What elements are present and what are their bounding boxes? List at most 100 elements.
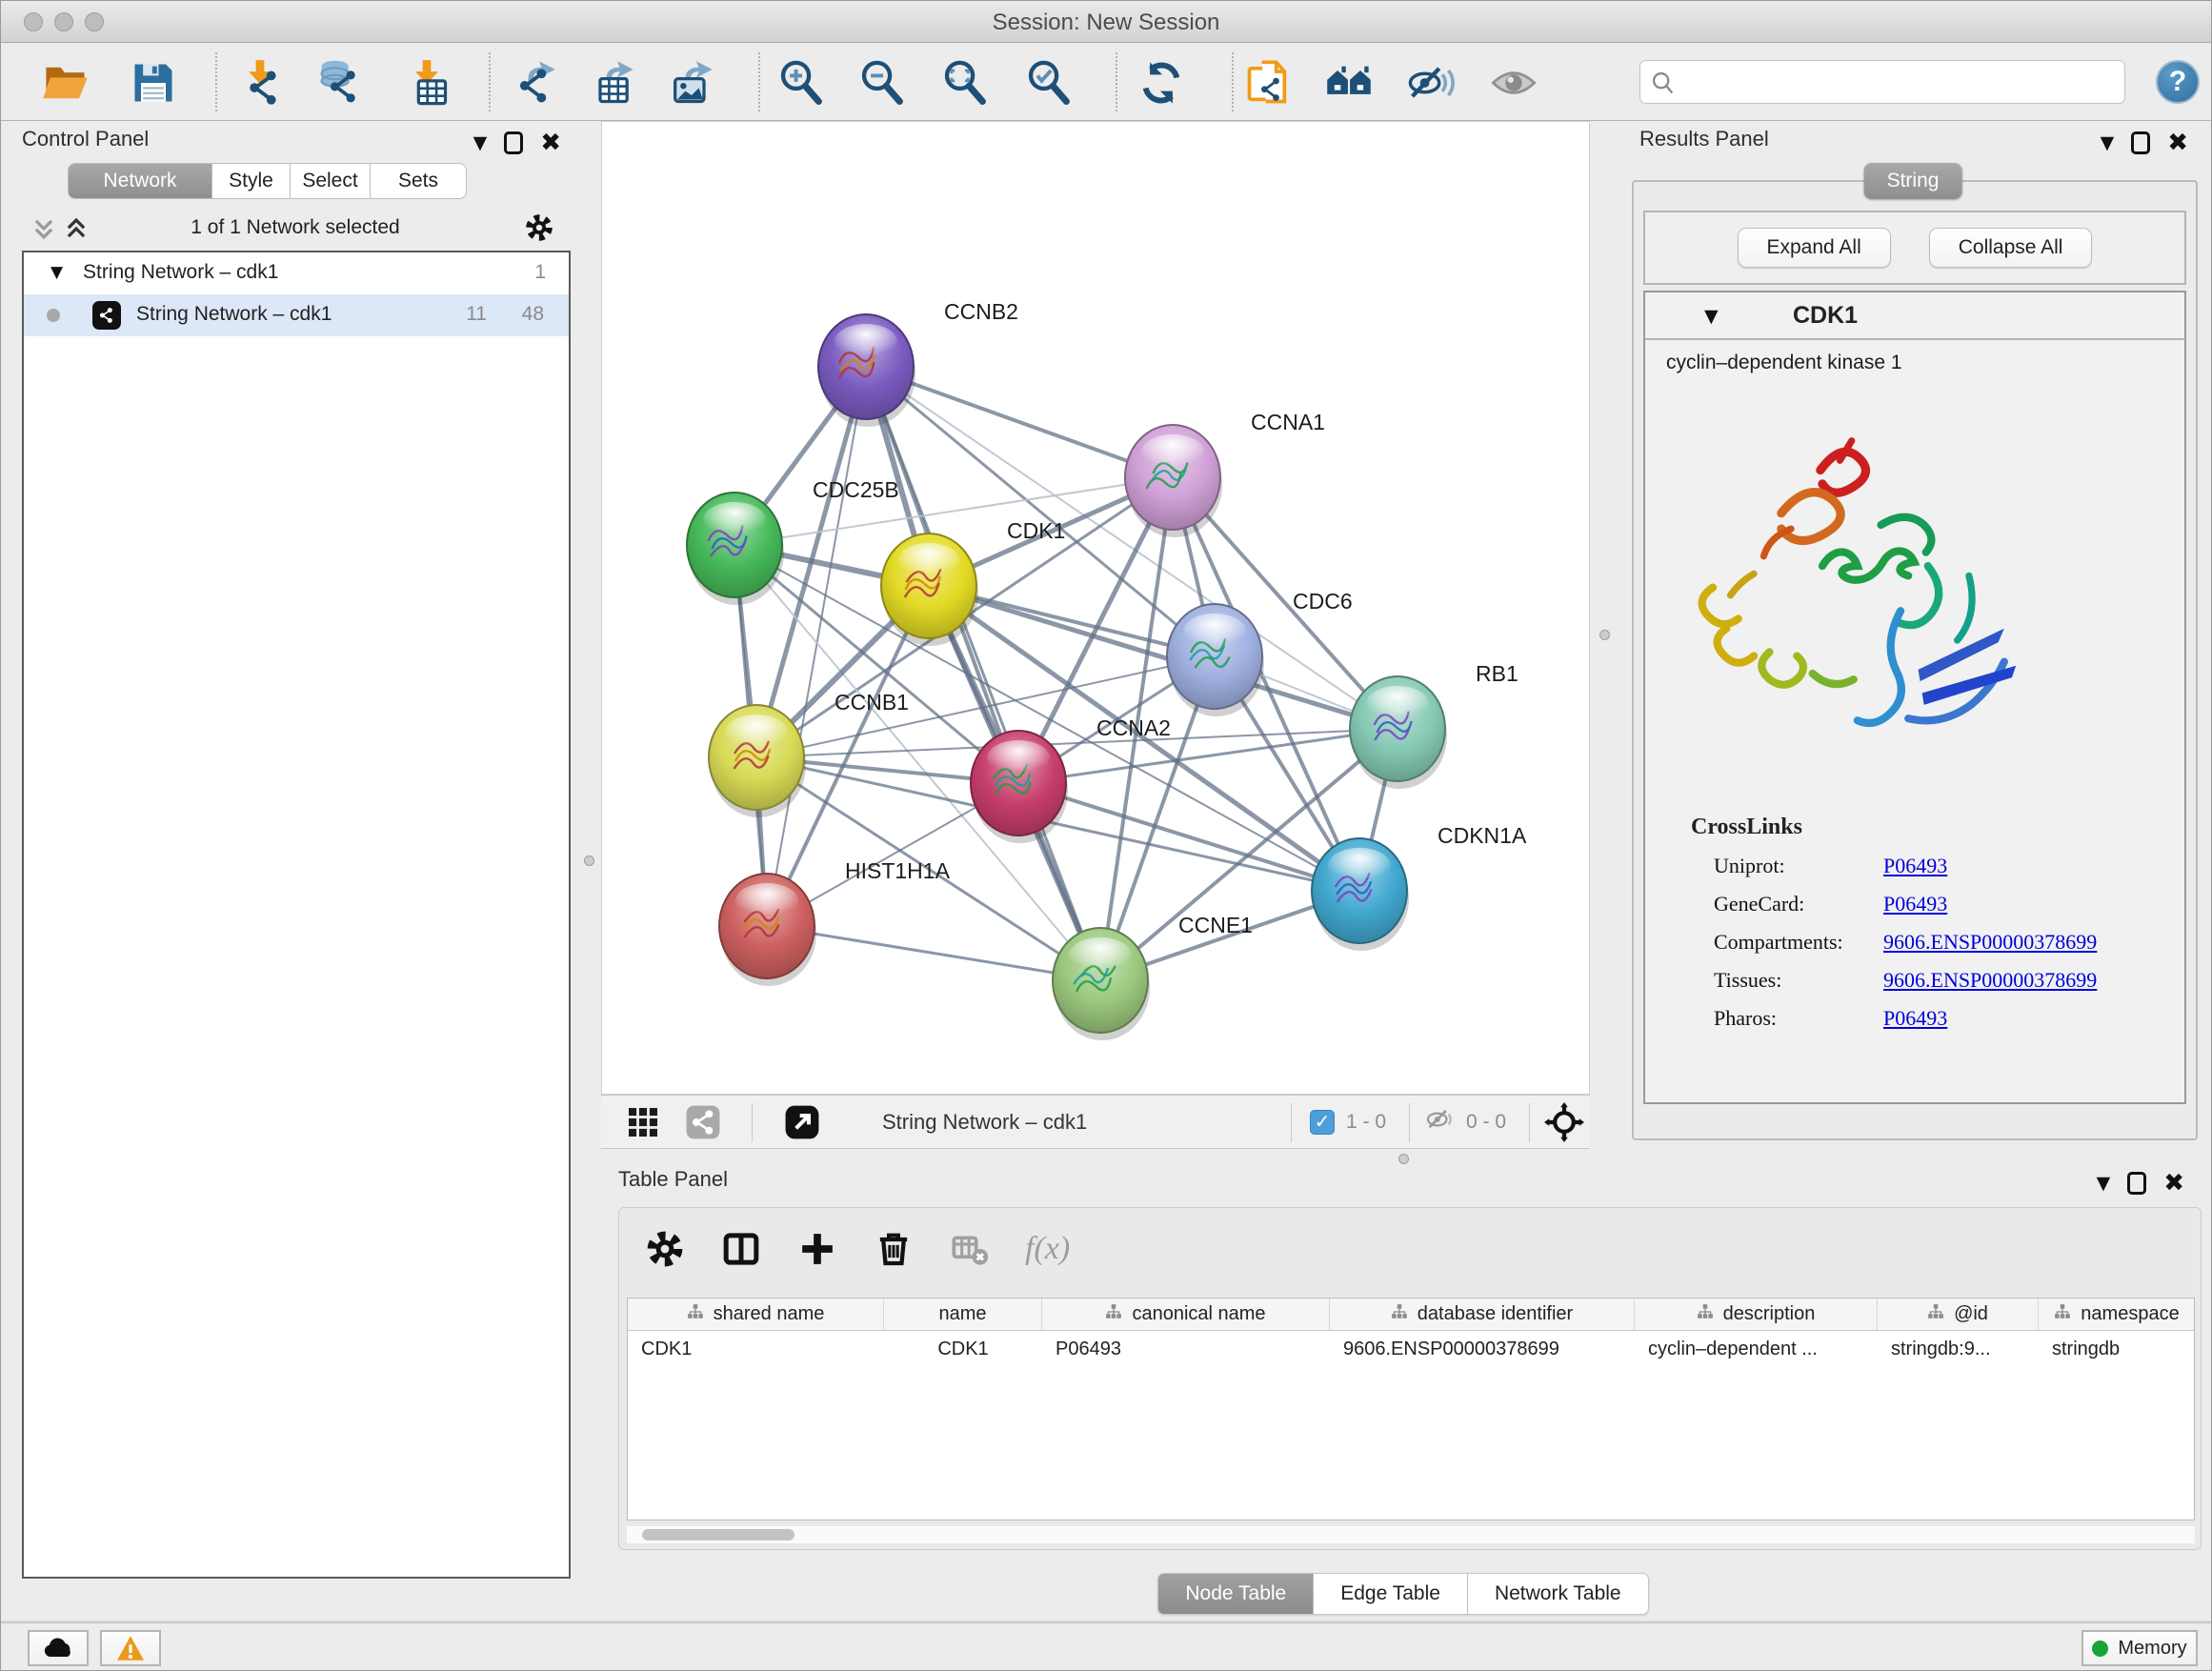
network-options-gear-icon[interactable] (525, 213, 553, 247)
show-all-button[interactable] (1487, 56, 1540, 110)
scrollbar-thumb[interactable] (642, 1529, 794, 1540)
hidden-eye-slash-icon[interactable] (1422, 1102, 1457, 1141)
splitter-handle[interactable] (584, 856, 594, 866)
collapse-all-button[interactable]: Collapse All (1929, 228, 2093, 268)
selected-checkbox-icon[interactable]: ✓ (1310, 1110, 1335, 1135)
table-cell[interactable]: 9606.ENSP00000378699 (1330, 1331, 1635, 1369)
edge-CCNB2-CCNE1[interactable] (866, 367, 1100, 980)
column-header-shared-name[interactable]: shared name (628, 1299, 884, 1330)
show-columns-icon[interactable] (720, 1228, 762, 1270)
fit-content-crosshair-icon[interactable] (1544, 1096, 1584, 1148)
tab-network-table[interactable]: Network Table (1468, 1573, 1649, 1615)
panel-close-icon[interactable]: ✖ (540, 129, 561, 157)
crosslink-link[interactable]: P06493 (1883, 892, 1947, 916)
expand-all-button[interactable]: Expand All (1738, 228, 1891, 268)
tab-network[interactable]: Network (68, 163, 212, 199)
zoom-selected-button[interactable] (1022, 56, 1076, 110)
tab-sets[interactable]: Sets (371, 163, 467, 199)
add-column-plus-icon[interactable] (796, 1228, 838, 1270)
warnings-button[interactable] (100, 1630, 161, 1666)
collapse-entry-icon[interactable]: ▼ (1704, 306, 1719, 327)
node-CDC6[interactable]: CDC6 (1167, 589, 1353, 716)
view-share-button[interactable] (685, 1096, 721, 1148)
zoom-out-button[interactable] (855, 56, 909, 110)
column-header-name[interactable]: name (884, 1299, 1042, 1330)
panel-menu-icon[interactable]: ▼ (2101, 132, 2115, 153)
import-network-database-button[interactable] (312, 56, 366, 110)
cloud-button[interactable] (28, 1630, 89, 1666)
tab-node-table[interactable]: Node Table (1157, 1573, 1314, 1615)
edge-CCNB2-HIST1H1A[interactable] (767, 367, 866, 926)
table-cell[interactable]: stringdb (2039, 1331, 2195, 1369)
panel-float-icon[interactable] (504, 131, 523, 154)
delete-column-trash-icon[interactable] (873, 1228, 915, 1270)
export-table-button[interactable] (586, 56, 639, 110)
node-HIST1H1A[interactable]: HIST1H1A (719, 858, 951, 986)
edge-CCNA1-CDC25B[interactable] (734, 477, 1173, 545)
import-network-file-button[interactable] (233, 56, 287, 110)
node-RB1[interactable]: RB1 (1350, 661, 1518, 789)
tab-style[interactable]: Style (212, 163, 291, 199)
node-CDKN1A[interactable]: CDKN1A (1312, 823, 1527, 951)
view-grid-button[interactable] (626, 1096, 660, 1148)
save-session-button[interactable] (127, 56, 180, 110)
crosslink-link[interactable]: 9606.ENSP00000378699 (1883, 968, 2097, 993)
column-header-canonical-name[interactable]: canonical name (1042, 1299, 1330, 1330)
table-row[interactable]: CDK1CDK1P064939606.ENSP00000378699cyclin… (628, 1331, 2194, 1369)
panel-close-icon[interactable]: ✖ (2167, 129, 2188, 157)
edge-CCNA2-CDKN1A[interactable] (1018, 783, 1359, 891)
column-header-description[interactable]: description (1635, 1299, 1878, 1330)
open-session-button[interactable] (39, 56, 92, 110)
clone-network-button[interactable] (1241, 56, 1295, 110)
panel-close-icon[interactable]: ✖ (2163, 1169, 2184, 1198)
table-cell[interactable]: CDK1 (628, 1331, 884, 1369)
search-input[interactable] (1682, 61, 2101, 103)
collapse-icon[interactable]: ▼ (50, 263, 63, 282)
import-table-button[interactable] (400, 56, 453, 110)
memory-button[interactable]: Memory (2081, 1630, 2198, 1666)
crosslink-link[interactable]: 9606.ENSP00000378699 (1883, 930, 2097, 955)
export-network-button[interactable] (508, 56, 561, 110)
panel-menu-icon[interactable]: ▼ (473, 132, 488, 153)
edge-HIST1H1A-CCNE1[interactable] (767, 926, 1100, 980)
table-horizontal-scrollbar[interactable] (627, 1526, 2195, 1543)
node-CCNA1[interactable]: CCNA1 (1125, 410, 1325, 537)
node-table[interactable]: shared namenamecanonical namedatabase id… (627, 1298, 2195, 1520)
help-button[interactable]: ? (2156, 60, 2200, 104)
zoom-in-button[interactable] (774, 56, 828, 110)
node-CCNB2[interactable]: CCNB2 (818, 299, 1018, 427)
table-cell[interactable]: P06493 (1042, 1331, 1330, 1369)
panel-menu-icon[interactable]: ▼ (2097, 1173, 2111, 1194)
panel-float-icon[interactable] (2127, 1172, 2146, 1195)
first-neighbors-button[interactable] (1322, 56, 1376, 110)
refresh-button[interactable] (1135, 56, 1188, 110)
column-header-database-identifier[interactable]: database identifier (1330, 1299, 1635, 1330)
network-row[interactable]: String Network – cdk1 11 48 (24, 294, 569, 336)
network-graph[interactable]: CCNB2 CCNA1 CDC25B CDK1 CDC6 RB1 CCNB1 (602, 122, 1589, 1094)
zoom-fit-button[interactable] (938, 56, 992, 110)
node-CDK1[interactable]: CDK1 (881, 518, 1065, 646)
table-cell[interactable]: CDK1 (884, 1331, 1042, 1369)
panel-float-icon[interactable] (2131, 131, 2150, 154)
network-canvas[interactable]: CCNB2 CCNA1 CDC25B CDK1 CDC6 RB1 CCNB1 (601, 121, 1590, 1095)
node-CDC25B[interactable]: CDC25B (687, 477, 899, 605)
tab-select[interactable]: Select (291, 163, 371, 199)
network-collection-row[interactable]: ▼ String Network – cdk1 1 (24, 252, 569, 294)
node-CCNA2[interactable]: CCNA2 (971, 715, 1171, 843)
column-header--id[interactable]: @id (1878, 1299, 2039, 1330)
protein-entry-header[interactable]: ▼ CDK1 (1645, 292, 2184, 340)
export-image-button[interactable] (665, 56, 718, 110)
table-settings-gear-icon[interactable] (644, 1228, 686, 1270)
open-in-browser-button[interactable] (784, 1096, 820, 1148)
hide-selected-button[interactable] (1403, 56, 1457, 110)
search-box[interactable] (1639, 60, 2125, 104)
splitter-handle[interactable] (1599, 630, 1610, 640)
column-header-namespace[interactable]: namespace (2039, 1299, 2195, 1330)
crosslink-link[interactable]: P06493 (1883, 854, 1947, 878)
crosslink-link[interactable]: P06493 (1883, 1006, 1947, 1031)
table-cell[interactable]: cyclin–dependent ... (1635, 1331, 1878, 1369)
node-CCNE1[interactable]: CCNE1 (1053, 913, 1253, 1040)
tab-edge-table[interactable]: Edge Table (1314, 1573, 1468, 1615)
tab-string[interactable]: String (1864, 163, 1962, 199)
table-cell[interactable]: stringdb:9... (1878, 1331, 2039, 1369)
